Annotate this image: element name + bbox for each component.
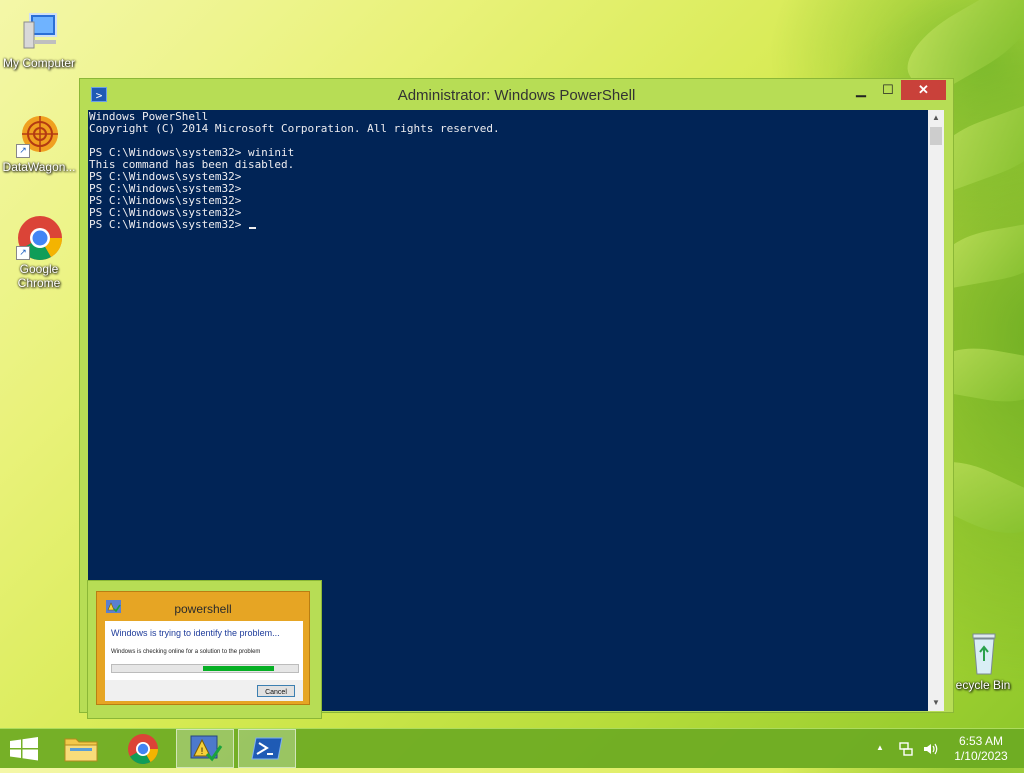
- desktop-icon-datawagon[interactable]: ↗ DataWagon...: [0, 112, 78, 174]
- console-line: PS C:\Windows\system32>: [89, 218, 248, 231]
- problem-reporting-icon: !: [190, 735, 223, 762]
- dialog-heading: Windows is trying to identify the proble…: [111, 628, 280, 638]
- close-button[interactable]: ✕: [901, 80, 946, 100]
- error-dialog[interactable]: powershell Windows is trying to identify…: [96, 591, 310, 705]
- taskbar-powershell[interactable]: [238, 729, 296, 768]
- shortcut-arrow-icon: ↗: [16, 144, 30, 158]
- dialog-subtext: Windows is checking online for a solutio…: [111, 649, 261, 655]
- taskbar-problem-reporting[interactable]: !: [176, 729, 234, 768]
- start-button[interactable]: [0, 729, 58, 768]
- recycle-bin-icon: [963, 630, 1003, 676]
- dialog-footer: Cancel: [105, 680, 303, 701]
- powershell-icon: [251, 737, 283, 760]
- error-dialog-frame: powershell Windows is trying to identify…: [87, 580, 322, 719]
- minimize-button[interactable]: ▁: [853, 80, 869, 100]
- desktop-icon-label: ecycle Bin: [955, 678, 1011, 692]
- clock-date: 1/10/2023: [954, 749, 1008, 763]
- taskbar-chrome[interactable]: [114, 729, 172, 768]
- clock-time: 6:53 AM: [958, 734, 1004, 748]
- maximize-button[interactable]: ☐: [880, 80, 896, 100]
- scroll-up-arrow-icon[interactable]: ▲: [928, 110, 944, 126]
- desktop-icon-label: Google Chrome: [17, 262, 61, 290]
- folder-icon: [64, 738, 98, 762]
- taskbar: ! ▲ 6:53 AM 1/10/2023: [0, 728, 1024, 768]
- window-title: Administrator: Windows PowerShell: [397, 87, 636, 104]
- scroll-down-arrow-icon[interactable]: ▼: [928, 695, 944, 711]
- progress-bar-fill: [203, 666, 274, 671]
- desktop-icon-label: DataWagon...: [2, 160, 76, 174]
- chrome-icon: [128, 734, 158, 765]
- console-text: Windows PowerShell Copyright (C) 2014 Mi…: [88, 110, 928, 231]
- vertical-scrollbar[interactable]: ▲ ▼: [928, 110, 944, 711]
- network-icon[interactable]: [898, 741, 914, 757]
- console-line: Copyright (C) 2014 Microsoft Corporation…: [89, 122, 500, 135]
- volume-icon[interactable]: [922, 741, 938, 757]
- dialog-body: Windows is trying to identify the proble…: [105, 621, 303, 701]
- show-hidden-icons-chevron-icon[interactable]: ▲: [876, 743, 884, 752]
- desktop-icon-my-computer[interactable]: My Computer: [0, 8, 78, 70]
- system-tray: ▲: [872, 729, 942, 768]
- datawagon-icon: ↗: [16, 112, 62, 158]
- text-cursor: [248, 227, 256, 229]
- chrome-icon: ↗: [16, 214, 62, 260]
- taskbar-file-explorer[interactable]: [52, 729, 110, 768]
- scroll-thumb[interactable]: [930, 127, 942, 145]
- desktop-icon-recycle-bin[interactable]: ecycle Bin: [944, 630, 1022, 692]
- dialog-title: powershell: [174, 602, 232, 616]
- windows-logo-icon: [10, 737, 38, 761]
- title-bar[interactable]: > Administrator: Windows PowerShell ▁ ☐ …: [80, 79, 953, 111]
- cancel-button[interactable]: Cancel: [257, 685, 295, 697]
- computer-icon: [16, 8, 62, 54]
- desktop-icon-label: My Computer: [2, 56, 76, 70]
- desktop-icon-google-chrome[interactable]: ↗ Google Chrome: [0, 214, 78, 290]
- shortcut-arrow-icon: ↗: [16, 246, 30, 260]
- clock[interactable]: 6:53 AM 1/10/2023: [948, 734, 1014, 764]
- svg-text:!: !: [201, 746, 204, 756]
- progress-bar: [111, 664, 299, 673]
